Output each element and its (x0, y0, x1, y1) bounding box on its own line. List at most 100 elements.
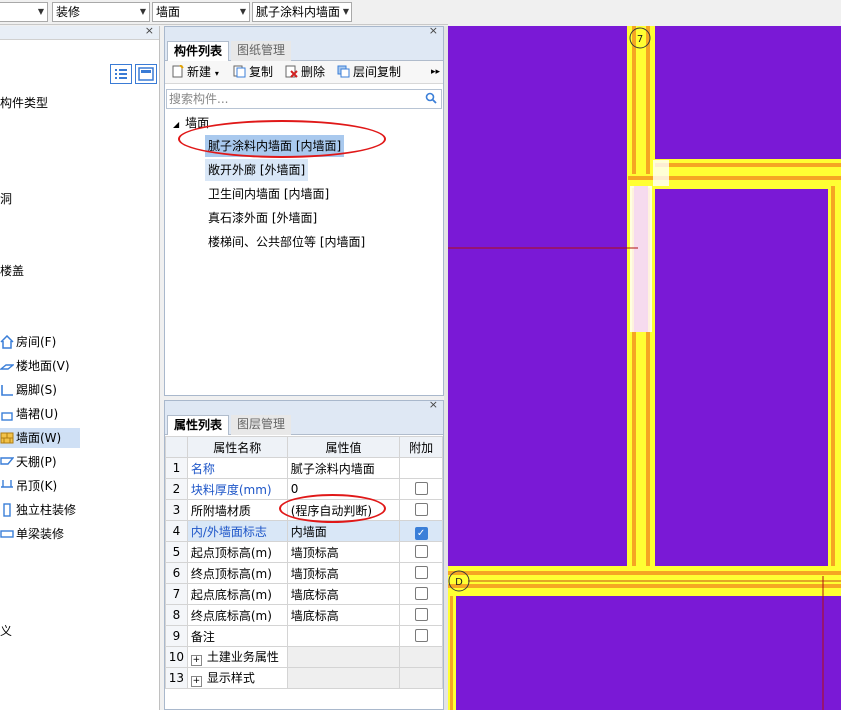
property-row[interactable]: 5 起点顶标高(m) 墙顶标高 (165, 541, 443, 563)
extra-checkbox[interactable] (414, 608, 428, 621)
expand-icon[interactable]: + (190, 676, 202, 687)
room-icon (0, 334, 14, 349)
property-rows: 1 名称 腻子涂料内墙面 2 块料厚度(mm) 0 3 所附墙材质 (程序自动判断) 4 内/外墙面… (165, 457, 443, 689)
row-index: 6 (165, 562, 188, 584)
property-name: 内/外墙面标志 (186, 520, 288, 542)
component-list-panel: × 构件列表 图纸管理 新建 ▾ 复制 删除 层间复制 ▸▸ 搜索构件... ◢… (164, 24, 444, 396)
property-row[interactable]: 4 内/外墙面标志 内墙面 ✓ (165, 520, 443, 542)
tree-item-beam-finish[interactable]: 单梁装修 (0, 524, 80, 544)
row-index: 10 (165, 646, 188, 668)
delete-button[interactable]: 删除 (285, 64, 325, 81)
list-view-button[interactable] (110, 64, 132, 84)
grid-icon (138, 67, 154, 81)
property-name[interactable]: + 土建业务属性 (186, 646, 288, 668)
extra-checkbox[interactable] (414, 503, 428, 516)
component-item[interactable]: 敞开外廊 [外墙面] (205, 159, 309, 181)
extra-checkbox[interactable] (414, 587, 428, 600)
tree-item-ceiling[interactable]: 天棚(P) (0, 452, 80, 472)
close-icon[interactable]: × (145, 24, 154, 37)
extra-checkbox[interactable] (414, 545, 428, 558)
component-search-input[interactable]: 搜索构件... (166, 89, 442, 109)
new-button[interactable]: 新建 ▾ (171, 64, 219, 81)
tree-item-column-finish[interactable]: 独立柱装修 (0, 500, 80, 520)
component-combo[interactable]: 腻子涂料内墙面 ▼ (252, 2, 352, 22)
drawing-canvas[interactable]: 7 D (448, 26, 841, 710)
property-panel-tabs: 属性列表 图层管理 (165, 413, 443, 435)
tab-drawing-management[interactable]: 图纸管理 (231, 41, 292, 61)
type-combo[interactable]: 墙面 ▼ (152, 2, 250, 22)
panel-header: × (165, 398, 443, 413)
chevron-down-icon: ▼ (239, 7, 246, 16)
tree-item-floor[interactable]: 楼地面(V) (0, 356, 80, 376)
floor-copy-icon (337, 65, 350, 78)
property-extra: ✓ (399, 520, 443, 542)
component-item[interactable]: 真石漆外面 [外墙面] (205, 207, 320, 229)
property-name-text: 终点底标高(m) (190, 608, 272, 623)
property-extra (399, 457, 443, 479)
row-index: 4 (165, 520, 188, 542)
dado-icon (0, 407, 14, 421)
property-name: 终点顶标高(m) (186, 562, 288, 584)
extra-checkbox[interactable] (414, 629, 428, 642)
close-icon[interactable]: × (429, 398, 438, 411)
more-actions-icon[interactable]: ▸▸ (431, 64, 440, 81)
tab-component-list[interactable]: 构件列表 (167, 41, 230, 61)
expand-icon[interactable]: + (190, 655, 202, 666)
extra-checkbox[interactable] (414, 482, 428, 495)
property-value[interactable] (286, 646, 401, 668)
tree-item-label: 吊顶(K) (16, 479, 58, 493)
component-item[interactable]: 卫生间内墙面 [内墙面] (205, 183, 332, 205)
wall-surface-icon (0, 431, 14, 445)
new-icon (171, 64, 184, 78)
grid-view-button[interactable] (135, 64, 157, 84)
property-row[interactable]: 9 备注 (165, 625, 443, 647)
property-value[interactable]: 墙底标高 (286, 604, 401, 626)
tab-property-list[interactable]: 属性列表 (167, 415, 230, 435)
property-name[interactable]: + 显示样式 (186, 667, 288, 689)
tree-item-label: 墙面(W) (16, 431, 62, 445)
tree-item-label: 房间(F) (16, 335, 57, 349)
property-table-header: 属性名称 属性值 附加 (165, 436, 443, 458)
property-row[interactable]: 7 起点底标高(m) 墙底标高 (165, 583, 443, 605)
property-row[interactable]: 13 + 显示样式 (165, 667, 443, 689)
property-row[interactable]: 6 终点顶标高(m) 墙顶标高 (165, 562, 443, 584)
property-row[interactable]: 10 + 土建业务属性 (165, 646, 443, 668)
property-name: 名称 (186, 457, 288, 479)
property-value[interactable] (286, 625, 401, 647)
close-icon[interactable]: × (429, 24, 438, 37)
property-value[interactable]: 墙顶标高 (286, 562, 401, 584)
property-value[interactable]: 内墙面 (286, 520, 401, 542)
property-name: 所附墙材质 (186, 499, 288, 521)
row-index: 13 (165, 667, 188, 689)
extra-checkbox[interactable] (414, 566, 428, 579)
property-value[interactable]: 墙顶标高 (286, 541, 401, 563)
tree-item-suspended-ceiling[interactable]: 吊顶(K) (0, 476, 80, 496)
property-name-text: 显示样式 (206, 671, 255, 685)
category-combo[interactable]: 装修 ▼ (52, 2, 150, 22)
tab-layer-management[interactable]: 图层管理 (231, 415, 292, 435)
delete-icon (285, 65, 298, 78)
extra-checkbox[interactable]: ✓ (414, 526, 428, 540)
collapse-icon[interactable]: ◢ (173, 120, 179, 129)
property-value[interactable] (286, 667, 401, 689)
property-value[interactable]: 墙底标高 (286, 583, 401, 605)
property-row[interactable]: 8 终点底标高(m) 墙底标高 (165, 604, 443, 626)
chevron-down-icon: ▼ (342, 7, 349, 16)
annotation-ring (178, 120, 386, 158)
tree-item-baseboard[interactable]: 踢脚(S) (0, 380, 80, 400)
component-item[interactable]: 楼梯间、公共部位等 [内墙面] (205, 231, 368, 253)
property-value[interactable]: 腻子涂料内墙面 (286, 457, 401, 479)
copy-icon (233, 65, 246, 78)
copy-button[interactable]: 复制 (233, 64, 273, 81)
search-icon[interactable] (425, 91, 437, 104)
tree-item-dado[interactable]: 墙裙(U) (0, 404, 80, 424)
component-panel-tabs: 构件列表 图纸管理 (165, 39, 443, 61)
wall-horizontal-bottom (448, 566, 841, 710)
property-row[interactable]: 1 名称 腻子涂料内墙面 (165, 457, 443, 479)
property-name: 备注 (186, 625, 288, 647)
tree-item-room[interactable]: 房间(F) (0, 332, 80, 352)
floor-copy-button[interactable]: 层间复制 (337, 64, 401, 81)
property-extra (399, 583, 443, 605)
tree-item-wall-surface[interactable]: 墙面(W) (0, 428, 80, 448)
floor-combo[interactable]: ▼ (0, 2, 48, 22)
